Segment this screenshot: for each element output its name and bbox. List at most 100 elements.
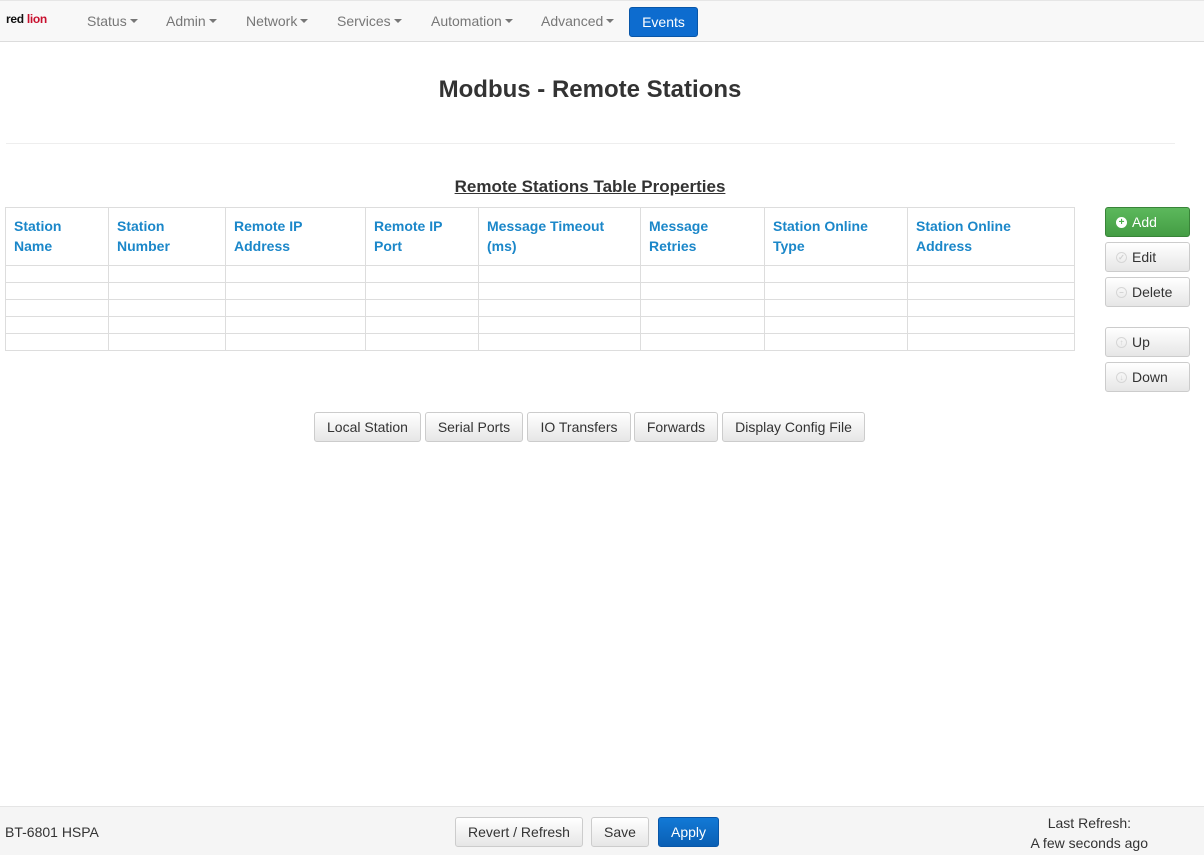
table-cell (108, 316, 226, 334)
column-header-station-name[interactable]: Station Name (5, 207, 109, 266)
remote-stations-table: Station Name Station Number Remote IP Addre… (5, 207, 1075, 351)
table-cell (764, 299, 908, 317)
column-header-message-retries[interactable]: Message Retries (640, 207, 765, 266)
header-line: Name (14, 238, 53, 254)
table-cell (108, 282, 226, 300)
table-cell (108, 265, 226, 283)
table-cell (640, 333, 765, 351)
column-header-remote-ip-port[interactable]: Remote IP Port (365, 207, 479, 266)
column-header-station-online-type[interactable]: Station Online Type (764, 207, 908, 266)
add-button-label: Add (1132, 214, 1157, 230)
minus-circle-icon: – (1116, 286, 1127, 298)
down-button[interactable]: ↓ Down (1105, 362, 1190, 392)
serial-ports-button[interactable]: Serial Ports (425, 412, 523, 442)
display-config-file-button[interactable]: Display Config File (722, 412, 865, 442)
nav-menu-services[interactable]: Services (337, 1, 402, 42)
io-transfers-button[interactable]: IO Transfers (527, 412, 631, 442)
arrow-down-icon: ↓ (1116, 371, 1127, 383)
nav-menu-label: Advanced (541, 13, 604, 29)
table-cell (478, 299, 641, 317)
up-button-label: Up (1132, 334, 1150, 350)
header-line: Remote IP (234, 218, 303, 234)
nav-menu-label: Network (246, 13, 298, 29)
apply-button[interactable]: Apply (658, 817, 719, 847)
logo-text-lion: lion (26, 12, 47, 26)
table-cell (225, 316, 366, 334)
table-cell (108, 333, 226, 351)
column-header-station-online-address[interactable]: Station Online Address (907, 207, 1075, 266)
header-line: Message Timeout (487, 218, 605, 234)
header-line: Address (234, 238, 291, 254)
nav-menu-automation[interactable]: Automation (431, 1, 513, 42)
header-line: Station Online (773, 218, 868, 234)
table-cell (365, 282, 479, 300)
local-station-button[interactable]: Local Station (314, 412, 421, 442)
caret-down-icon (208, 19, 217, 24)
up-button[interactable]: ↑ Up (1105, 327, 1190, 357)
table-cell (225, 299, 366, 317)
table-cell (225, 333, 366, 351)
forwards-button[interactable]: Forwards (634, 412, 718, 442)
table-cell (764, 316, 908, 334)
header-line: Type (773, 238, 805, 254)
section-title: Remote Stations Table Properties (454, 177, 726, 196)
header-line: (ms) (487, 238, 517, 254)
table-row[interactable] (5, 265, 1075, 283)
caret-down-icon (393, 19, 402, 24)
table-cell (764, 333, 908, 351)
table-cell (5, 265, 109, 283)
table-cell (478, 265, 641, 283)
nav-menu-label: Admin (166, 13, 206, 29)
table-cell (907, 265, 1075, 283)
column-header-station-number[interactable]: Station Number (108, 207, 226, 266)
header-line: Station (117, 218, 165, 234)
table-row[interactable] (5, 282, 1075, 300)
edit-button-label: Edit (1132, 249, 1157, 265)
save-button[interactable]: Save (591, 817, 649, 847)
delete-button[interactable]: – Delete (1105, 277, 1190, 307)
caret-down-icon (129, 19, 138, 24)
red-lion-logo[interactable]: red lion (6, 12, 47, 30)
table-row[interactable] (5, 316, 1075, 334)
column-header-message-timeout[interactable]: Message Timeout (ms) (478, 207, 641, 266)
table-cell (478, 282, 641, 300)
nav-menu-label: Status (87, 13, 127, 29)
table-row[interactable] (5, 299, 1075, 317)
nav-menu-network[interactable]: Network (246, 1, 309, 42)
column-header-remote-ip-address[interactable]: Remote IP Address (225, 207, 366, 266)
caret-down-icon (504, 19, 513, 24)
edit-button[interactable]: ✓ Edit (1105, 242, 1190, 272)
page-title: Modbus - Remote Stations (438, 76, 742, 103)
table-cell (764, 282, 908, 300)
header-line: Port (374, 238, 402, 254)
table-cell (907, 282, 1075, 300)
nav-menu-status[interactable]: Status (87, 1, 138, 42)
last-refresh-label: Last Refresh: (1047, 815, 1131, 831)
table-cell (907, 299, 1075, 317)
down-button-label: Down (1132, 369, 1168, 385)
logo-text-red: red (6, 12, 27, 26)
arrow-up-icon: ↑ (1116, 336, 1127, 348)
table-cell (365, 333, 479, 351)
delete-button-label: Delete (1132, 284, 1173, 300)
table-cell (640, 316, 765, 334)
add-button[interactable]: + Add (1105, 207, 1190, 237)
nav-menu-advanced[interactable]: Advanced (541, 1, 615, 42)
table-row[interactable] (5, 333, 1075, 351)
nav-menu-admin[interactable]: Admin (166, 1, 217, 42)
events-button[interactable]: Events (629, 7, 698, 37)
footer-bar: BT-6801 HSPA Revert / Refresh Save Apply… (0, 806, 1204, 855)
table-cell (225, 265, 366, 283)
header-line: Number (117, 238, 170, 254)
table-cell (5, 333, 109, 351)
table-cell (108, 299, 226, 317)
table-cell (365, 299, 479, 317)
revert-refresh-button[interactable]: Revert / Refresh (455, 817, 583, 847)
caret-down-icon (300, 19, 309, 24)
last-refresh-value: A few seconds ago (1030, 835, 1148, 851)
edit-icon: ✓ (1116, 251, 1127, 263)
table-cell (640, 299, 765, 317)
table-cell (225, 282, 366, 300)
table-cell (640, 282, 765, 300)
nav-menu-label: Services (337, 13, 391, 29)
